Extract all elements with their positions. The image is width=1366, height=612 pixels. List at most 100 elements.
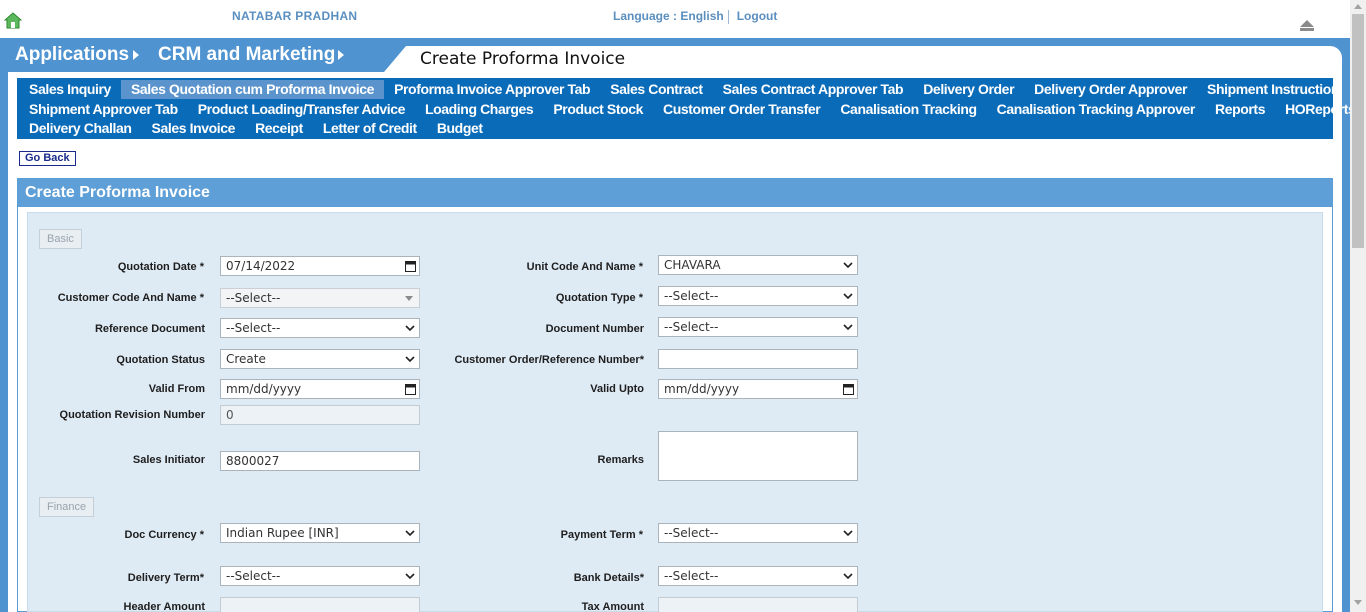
chevron-down-icon — [405, 325, 415, 332]
valid-from-value: mm/dd/yyyy — [226, 382, 302, 396]
menu-item-sales-invoice[interactable]: Sales Invoice — [142, 119, 246, 138]
menu-item-reports[interactable]: Reports — [1205, 100, 1275, 119]
scroll-thumb[interactable] — [1352, 14, 1364, 248]
menu-item-sales-quotation[interactable]: Sales Quotation cum Proforma Invoice — [120, 80, 385, 100]
valid-upto-value: mm/dd/yyyy — [664, 382, 740, 396]
quotation-date-input[interactable]: 07/14/2022 — [220, 256, 420, 276]
delivery-term-value: --Select-- — [226, 569, 281, 583]
menu-row: Sales Inquiry Sales Quotation cum Profor… — [19, 80, 1339, 100]
panel-title: Create Proforma Invoice — [18, 179, 1332, 207]
remarks-textarea[interactable] — [658, 431, 858, 481]
doc-currency-label: Doc Currency * — [124, 529, 204, 541]
quotation-date-label: Quotation Date * — [117, 261, 204, 273]
menu-item-canalisation-approver[interactable]: Canalisation Tracking Approver — [987, 100, 1205, 119]
chevron-down-icon — [405, 356, 415, 363]
calendar-icon[interactable] — [405, 260, 416, 272]
page-scrollbar[interactable] — [1350, 0, 1366, 612]
payment-term-label: Payment Term * — [560, 529, 643, 541]
valid-upto-label: Valid Upto — [590, 383, 644, 395]
app-root: NATABAR PRADHAN Language : English Logout… — [0, 0, 1366, 612]
valid-from-input[interactable]: mm/dd/yyyy — [220, 379, 420, 399]
menu-item-proforma-approver[interactable]: Proforma Invoice Approver Tab — [384, 80, 600, 99]
chevron-down-icon — [843, 530, 853, 537]
tax-amount-label: Tax Amount — [581, 601, 644, 612]
menu-item-canalisation-tracking[interactable]: Canalisation Tracking — [830, 100, 986, 119]
menu-item-budget[interactable]: Budget — [427, 119, 493, 138]
reference-document-select[interactable]: --Select-- — [220, 318, 420, 338]
breadcrumb-arrow-icon — [338, 50, 344, 60]
language-area: Language : English Logout — [613, 9, 777, 24]
menu-item-shipment-approver[interactable]: Shipment Approver Tab — [19, 100, 188, 119]
menu-item-sales-contract[interactable]: Sales Contract — [600, 80, 712, 99]
menu-item-customer-order-transfer[interactable]: Customer Order Transfer — [653, 100, 830, 119]
go-back-button[interactable]: Go Back — [19, 151, 76, 166]
document-number-select[interactable]: --Select-- — [658, 317, 858, 337]
menu-item-receipt[interactable]: Receipt — [245, 119, 313, 138]
user-name: NATABAR PRADHAN — [232, 9, 358, 23]
sales-initiator-label: Sales Initiator — [132, 454, 205, 466]
doc-currency-value: Indian Rupee [INR] — [226, 526, 339, 540]
section-finance-button[interactable]: Finance — [39, 497, 95, 517]
menu-item-sales-inquiry[interactable]: Sales Inquiry — [19, 80, 121, 99]
chevron-down-icon — [843, 262, 853, 269]
scroll-down-icon[interactable] — [1354, 600, 1362, 605]
menu-item-loading-charges[interactable]: Loading Charges — [415, 100, 543, 119]
logout-link[interactable]: Logout — [737, 9, 778, 23]
unit-code-value: CHAVARA — [664, 258, 721, 272]
tax-amount-field — [658, 597, 858, 612]
dropdown-arrow-icon — [405, 296, 413, 301]
menu-item-delivery-challan[interactable]: Delivery Challan — [19, 119, 142, 138]
menu-item-delivery-order[interactable]: Delivery Order — [913, 80, 1024, 99]
delivery-term-label: Delivery Term* — [127, 572, 204, 584]
section-basic-button[interactable]: Basic — [39, 229, 82, 249]
calendar-icon[interactable] — [405, 383, 416, 395]
chevron-down-icon — [843, 573, 853, 580]
sales-initiator-value: 8800027 — [226, 454, 280, 468]
delivery-term-select[interactable]: --Select-- — [220, 566, 420, 586]
customer-order-ref-input[interactable] — [658, 349, 858, 369]
customer-order-ref-label: Customer Order/Reference Number* — [454, 354, 644, 366]
revision-number-label: Quotation Revision Number — [59, 409, 205, 421]
chevron-down-icon — [843, 324, 853, 331]
separator — [727, 9, 729, 24]
customer-code-label: Customer Code And Name * — [57, 292, 204, 304]
valid-from-label: Valid From — [148, 383, 205, 395]
language-value[interactable]: English — [680, 9, 723, 23]
menu-row: Delivery Challan Sales Invoice Receipt L… — [19, 119, 1333, 139]
unit-code-select[interactable]: CHAVARA — [658, 255, 858, 275]
scroll-up-icon[interactable] — [1354, 4, 1362, 9]
customer-code-select[interactable]: --Select-- — [220, 288, 420, 308]
breadcrumb-applications[interactable]: Applications — [15, 44, 129, 66]
menu-item-product-stock[interactable]: Product Stock — [543, 100, 653, 119]
document-number-value: --Select-- — [664, 320, 719, 334]
home-logo-icon[interactable] — [4, 12, 22, 30]
collapse-header-icon[interactable] — [1299, 18, 1315, 32]
valid-upto-input[interactable]: mm/dd/yyyy — [658, 379, 858, 399]
reference-document-value: --Select-- — [226, 321, 281, 335]
document-number-label: Document Number — [545, 323, 644, 335]
unit-code-label: Unit Code And Name * — [526, 261, 643, 273]
bank-details-label: Bank Details* — [573, 572, 644, 584]
menu-item-letter-of-credit[interactable]: Letter of Credit — [313, 119, 427, 138]
menu-item-delivery-order-approver[interactable]: Delivery Order Approver — [1024, 80, 1197, 99]
bank-details-value: --Select-- — [664, 569, 719, 583]
menu-item-sales-contract-approver[interactable]: Sales Contract Approver Tab — [713, 80, 914, 99]
doc-currency-select[interactable]: Indian Rupee [INR] — [220, 523, 420, 543]
menu-item-shipment-instruction[interactable]: Shipment Instruction — [1197, 80, 1349, 99]
menu-row: Shipment Approver Tab Product Loading/Tr… — [19, 100, 1356, 120]
breadcrumb-crm[interactable]: CRM and Marketing — [158, 44, 335, 66]
sales-initiator-input[interactable]: 8800027 — [220, 451, 420, 471]
header-amount-field — [220, 597, 420, 612]
chevron-down-icon — [405, 530, 415, 537]
calendar-icon[interactable] — [843, 383, 854, 395]
payment-term-select[interactable]: --Select-- — [658, 523, 858, 543]
quotation-date-value: 07/14/2022 — [226, 259, 296, 273]
quotation-type-select[interactable]: --Select-- — [658, 286, 858, 306]
chevron-down-icon — [405, 573, 415, 580]
bank-details-select[interactable]: --Select-- — [658, 566, 858, 586]
quotation-type-value: --Select-- — [664, 289, 719, 303]
menu-item-product-loading[interactable]: Product Loading/Transfer Advice — [188, 100, 415, 119]
revision-number-field: 0 — [220, 405, 420, 425]
reference-document-label: Reference Document — [94, 323, 205, 335]
quotation-status-select[interactable]: Create — [220, 349, 420, 369]
